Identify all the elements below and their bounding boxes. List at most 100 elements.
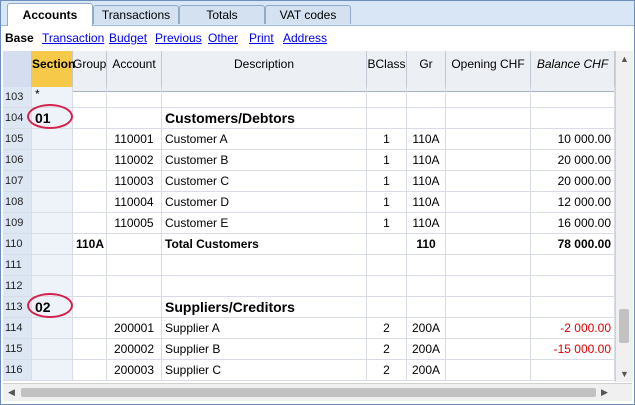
cell-opening[interactable] (446, 171, 531, 192)
cell-description[interactable]: Supplier A (162, 318, 367, 339)
cell-group[interactable] (73, 150, 107, 171)
cell-gr[interactable] (407, 108, 446, 129)
cell-opening[interactable] (446, 276, 531, 297)
table-row[interactable]: 107 110003 Customer C 1 110A 20 000.00 (3, 171, 615, 192)
cell-description[interactable] (162, 255, 367, 276)
cell-bclass[interactable] (367, 276, 407, 297)
cell-gr[interactable]: 110A (407, 192, 446, 213)
cell-account[interactable] (107, 297, 162, 318)
cell-opening[interactable] (446, 108, 531, 129)
cell-bclass[interactable] (367, 255, 407, 276)
cell-gr[interactable]: 110 (407, 234, 446, 255)
cell-bclass[interactable]: 2 (367, 360, 407, 381)
cell-group[interactable] (73, 213, 107, 234)
view-budget[interactable]: Budget (109, 31, 147, 45)
horizontal-scroll-thumb[interactable] (21, 388, 596, 397)
cell-section[interactable] (32, 213, 73, 234)
cell-balance[interactable] (531, 108, 615, 129)
cell-balance[interactable]: 20 000.00 (531, 171, 615, 192)
cell-group[interactable] (73, 297, 107, 318)
cell-account[interactable] (107, 255, 162, 276)
table-row[interactable]: 105 110001 Customer A 1 110A 10 000.00 (3, 129, 615, 150)
table-row[interactable]: 103 * (3, 87, 615, 108)
table-row[interactable]: 114 200001 Supplier A 2 200A -2 000.00 (3, 318, 615, 339)
cell-balance[interactable] (531, 297, 615, 318)
cell-group[interactable] (73, 339, 107, 360)
column-header-opening[interactable]: Opening CHF (446, 51, 531, 91)
column-header-balance[interactable]: Balance CHF (531, 51, 615, 91)
cell-section[interactable] (32, 129, 73, 150)
cell-account[interactable] (107, 87, 162, 108)
cell-balance[interactable]: 78 000.00 (531, 234, 615, 255)
table-row[interactable]: 109 110005 Customer E 1 110A 16 000.00 (3, 213, 615, 234)
cell-account[interactable]: 110004 (107, 192, 162, 213)
scroll-left-icon[interactable]: ◀ (8, 387, 15, 398)
table-row[interactable]: 115 200002 Supplier B 2 200A -15 000.00 (3, 339, 615, 360)
cell-opening[interactable] (446, 360, 531, 381)
cell-account[interactable] (107, 276, 162, 297)
cell-section[interactable] (32, 192, 73, 213)
cell-gr[interactable]: 200A (407, 339, 446, 360)
cell-balance[interactable]: 20 000.00 (531, 150, 615, 171)
cell-description[interactable]: Total Customers (162, 234, 367, 255)
cell-group[interactable] (73, 87, 107, 108)
table-row[interactable]: 112 (3, 276, 615, 297)
tab-accounts[interactable]: Accounts (7, 3, 93, 26)
vertical-scrollbar[interactable]: ▲ ▼ (615, 51, 633, 382)
cell-description[interactable] (162, 276, 367, 297)
cell-gr[interactable] (407, 276, 446, 297)
cell-account[interactable]: 200002 (107, 339, 162, 360)
column-header-gr[interactable]: Gr (407, 51, 446, 91)
cell-bclass[interactable]: 1 (367, 150, 407, 171)
table-row[interactable]: 106 110002 Customer B 1 110A 20 000.00 (3, 150, 615, 171)
cell-account[interactable]: 110005 (107, 213, 162, 234)
cell-bclass[interactable]: 1 (367, 213, 407, 234)
cell-section[interactable] (32, 150, 73, 171)
cell-balance[interactable] (531, 276, 615, 297)
cell-section[interactable] (32, 360, 73, 381)
cell-balance[interactable] (531, 255, 615, 276)
cell-balance[interactable]: 10 000.00 (531, 129, 615, 150)
table-row[interactable]: 104 01 Customers/Debtors (3, 108, 615, 129)
cell-group[interactable] (73, 360, 107, 381)
cell-description[interactable]: Customer D (162, 192, 367, 213)
cell-section[interactable] (32, 255, 73, 276)
cell-section[interactable] (32, 318, 73, 339)
cell-bclass[interactable]: 1 (367, 192, 407, 213)
cell-bclass[interactable] (367, 297, 407, 318)
cell-gr[interactable]: 200A (407, 318, 446, 339)
cell-gr[interactable] (407, 297, 446, 318)
cell-balance[interactable]: -15 000.00 (531, 339, 615, 360)
cell-account[interactable]: 110001 (107, 129, 162, 150)
cell-group[interactable] (73, 255, 107, 276)
cell-description[interactable]: Supplier C (162, 360, 367, 381)
vertical-scroll-thumb[interactable] (619, 309, 629, 343)
cell-balance[interactable] (531, 360, 615, 381)
cell-bclass[interactable] (367, 87, 407, 108)
view-other[interactable]: Other (208, 31, 238, 45)
cell-opening[interactable] (446, 318, 531, 339)
cell-balance[interactable]: -2 000.00 (531, 318, 615, 339)
cell-section[interactable] (32, 171, 73, 192)
cell-section[interactable] (32, 234, 73, 255)
cell-opening[interactable] (446, 192, 531, 213)
table-row[interactable]: 110 110A Total Customers 110 78 000.00 (3, 234, 615, 255)
tab-vat-codes[interactable]: VAT codes (265, 5, 351, 24)
table-row[interactable]: 113 02 Suppliers/Creditors (3, 297, 615, 318)
cell-account[interactable] (107, 108, 162, 129)
cell-gr[interactable]: 110A (407, 171, 446, 192)
cell-bclass[interactable]: 2 (367, 339, 407, 360)
cell-balance[interactable]: 16 000.00 (531, 213, 615, 234)
cell-group[interactable] (73, 108, 107, 129)
scroll-up-icon[interactable]: ▲ (620, 54, 629, 64)
cell-description[interactable]: Customers/Debtors (162, 108, 367, 129)
column-header-account[interactable]: Account (107, 51, 162, 91)
view-base[interactable]: Base (5, 31, 34, 45)
cell-account[interactable]: 110003 (107, 171, 162, 192)
scroll-right-icon[interactable]: ▶ (601, 387, 608, 398)
cell-gr[interactable]: 110A (407, 150, 446, 171)
cell-gr[interactable] (407, 87, 446, 108)
cell-group[interactable] (73, 171, 107, 192)
cell-description[interactable]: Customer E (162, 213, 367, 234)
cell-group[interactable] (73, 129, 107, 150)
